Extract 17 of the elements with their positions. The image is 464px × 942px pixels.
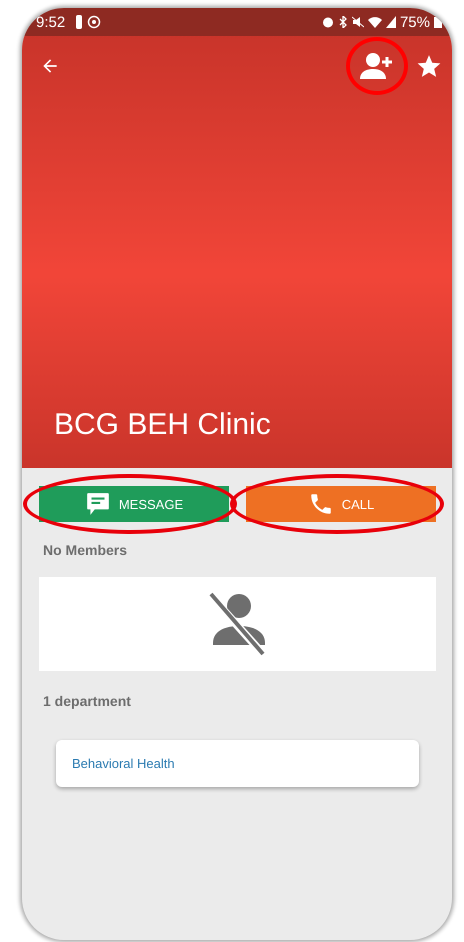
no-person-icon <box>208 592 266 656</box>
section-heading: 1 department <box>43 693 132 709</box>
call-button[interactable]: CALL <box>246 486 436 522</box>
bluetooth-icon <box>338 16 348 28</box>
department-item[interactable]: Behavioral Health <box>56 740 419 787</box>
wifi-icon <box>368 16 382 28</box>
mute-icon <box>352 16 364 28</box>
chat-icon <box>84 491 111 517</box>
add-person-icon[interactable] <box>360 51 394 81</box>
status-time: 9:52 <box>36 14 66 30</box>
star-icon[interactable] <box>416 53 442 79</box>
contact-name: BCG BEH Clinic <box>53 408 272 442</box>
battery-icon <box>434 16 442 28</box>
battery-percent: 75% <box>400 14 430 30</box>
message-button[interactable]: MESSAGE <box>39 486 229 522</box>
signal-icon <box>386 16 396 28</box>
section-heading: No Members <box>43 542 128 558</box>
